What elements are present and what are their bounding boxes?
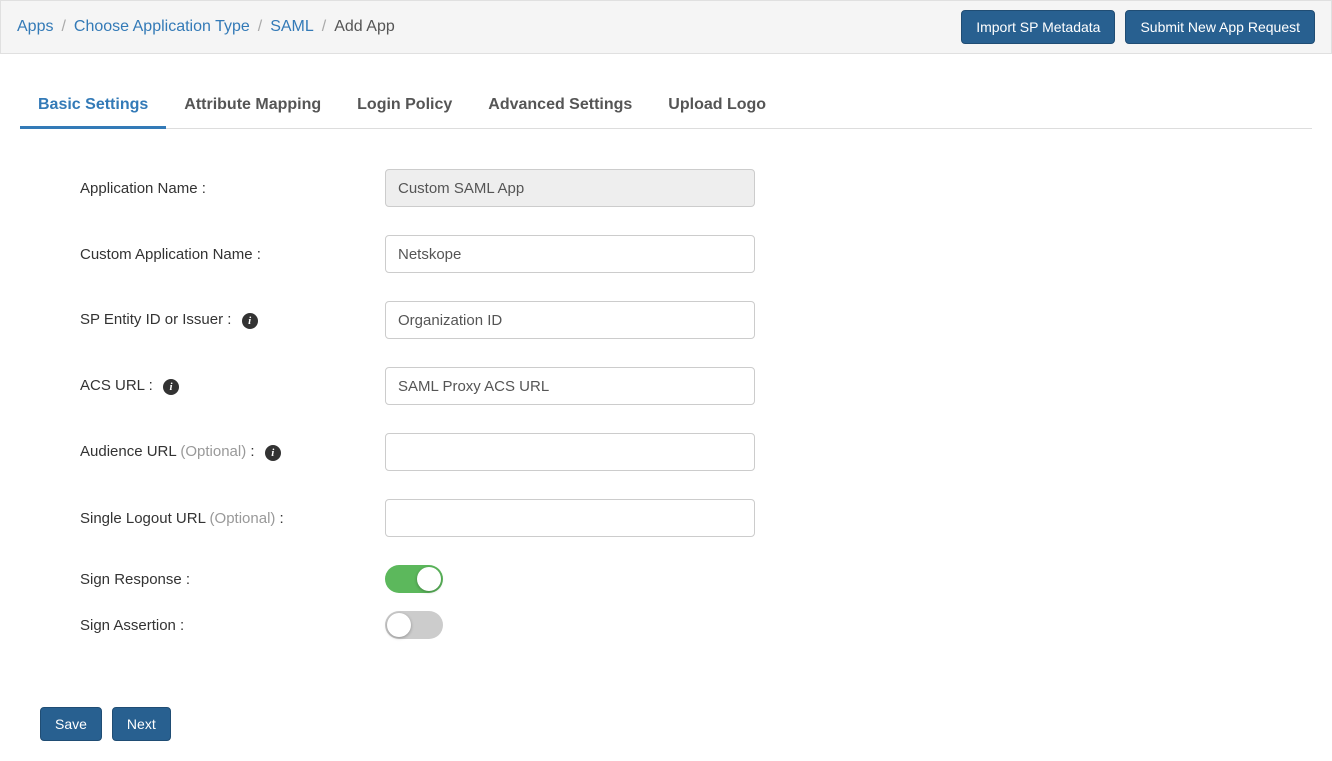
input-single-logout-url[interactable]: [385, 499, 755, 537]
row-sign-response: Sign Response :: [80, 565, 1292, 593]
breadcrumb-current: Add App: [334, 18, 395, 36]
label-audience-optional: (Optional): [180, 443, 246, 460]
toggle-sign-response[interactable]: [385, 565, 443, 593]
input-custom-app-name[interactable]: [385, 235, 755, 273]
label-slo-optional: (Optional): [210, 510, 276, 527]
label-acs-url-text: ACS URL :: [80, 377, 153, 394]
breadcrumb-saml[interactable]: SAML: [270, 18, 314, 36]
label-single-logout-url: Single Logout URL (Optional) :: [80, 510, 385, 527]
row-acs-url: ACS URL : i: [80, 367, 1292, 405]
label-acs-url: ACS URL : i: [80, 377, 385, 394]
label-sign-assertion: Sign Assertion :: [80, 617, 385, 634]
row-custom-app-name: Custom Application Name :: [80, 235, 1292, 273]
row-application-name: Application Name :: [80, 169, 1292, 207]
breadcrumb-sep: /: [61, 18, 65, 36]
info-icon[interactable]: i: [242, 313, 258, 329]
breadcrumb: Apps / Choose Application Type / SAML / …: [17, 18, 395, 36]
label-slo-text: Single Logout URL: [80, 510, 210, 527]
submit-new-app-button[interactable]: Submit New App Request: [1125, 10, 1315, 44]
label-sp-entity-text: SP Entity ID or Issuer :: [80, 311, 231, 328]
info-icon[interactable]: i: [265, 445, 281, 461]
row-single-logout-url: Single Logout URL (Optional) :: [80, 499, 1292, 537]
bottom-buttons: Save Next: [40, 707, 1312, 741]
import-sp-metadata-button[interactable]: Import SP Metadata: [961, 10, 1115, 44]
label-audience-colon: :: [246, 443, 254, 460]
tab-attribute-mapping[interactable]: Attribute Mapping: [166, 84, 339, 129]
content: Basic Settings Attribute Mapping Login P…: [0, 54, 1332, 761]
breadcrumb-choose-type[interactable]: Choose Application Type: [74, 18, 250, 36]
label-sign-response: Sign Response :: [80, 571, 385, 588]
row-audience-url: Audience URL (Optional) : i: [80, 433, 1292, 471]
toggle-knob: [417, 567, 441, 591]
row-sp-entity-id: SP Entity ID or Issuer : i: [80, 301, 1292, 339]
tab-basic-settings[interactable]: Basic Settings: [20, 84, 166, 129]
breadcrumb-apps[interactable]: Apps: [17, 18, 53, 36]
input-acs-url[interactable]: [385, 367, 755, 405]
toggle-knob: [387, 613, 411, 637]
input-application-name: [385, 169, 755, 207]
breadcrumb-sep: /: [258, 18, 262, 36]
top-bar: Apps / Choose Application Type / SAML / …: [0, 0, 1332, 54]
input-audience-url[interactable]: [385, 433, 755, 471]
save-button[interactable]: Save: [40, 707, 102, 741]
toggle-sign-assertion[interactable]: [385, 611, 443, 639]
row-sign-assertion: Sign Assertion :: [80, 611, 1292, 639]
tabs: Basic Settings Attribute Mapping Login P…: [20, 84, 1312, 129]
label-audience-text: Audience URL: [80, 443, 180, 460]
label-application-name: Application Name :: [80, 180, 385, 197]
label-custom-app-name: Custom Application Name :: [80, 246, 385, 263]
info-icon[interactable]: i: [163, 379, 179, 395]
label-sp-entity-id: SP Entity ID or Issuer : i: [80, 311, 385, 328]
label-slo-colon: :: [275, 510, 283, 527]
next-button[interactable]: Next: [112, 707, 171, 741]
tab-login-policy[interactable]: Login Policy: [339, 84, 470, 129]
breadcrumb-sep: /: [322, 18, 326, 36]
form-area: Application Name : Custom Application Na…: [20, 129, 1312, 677]
label-audience-url: Audience URL (Optional) : i: [80, 443, 385, 460]
input-sp-entity-id[interactable]: [385, 301, 755, 339]
tab-advanced-settings[interactable]: Advanced Settings: [470, 84, 650, 129]
tab-upload-logo[interactable]: Upload Logo: [650, 84, 784, 129]
top-actions: Import SP Metadata Submit New App Reques…: [961, 10, 1315, 44]
